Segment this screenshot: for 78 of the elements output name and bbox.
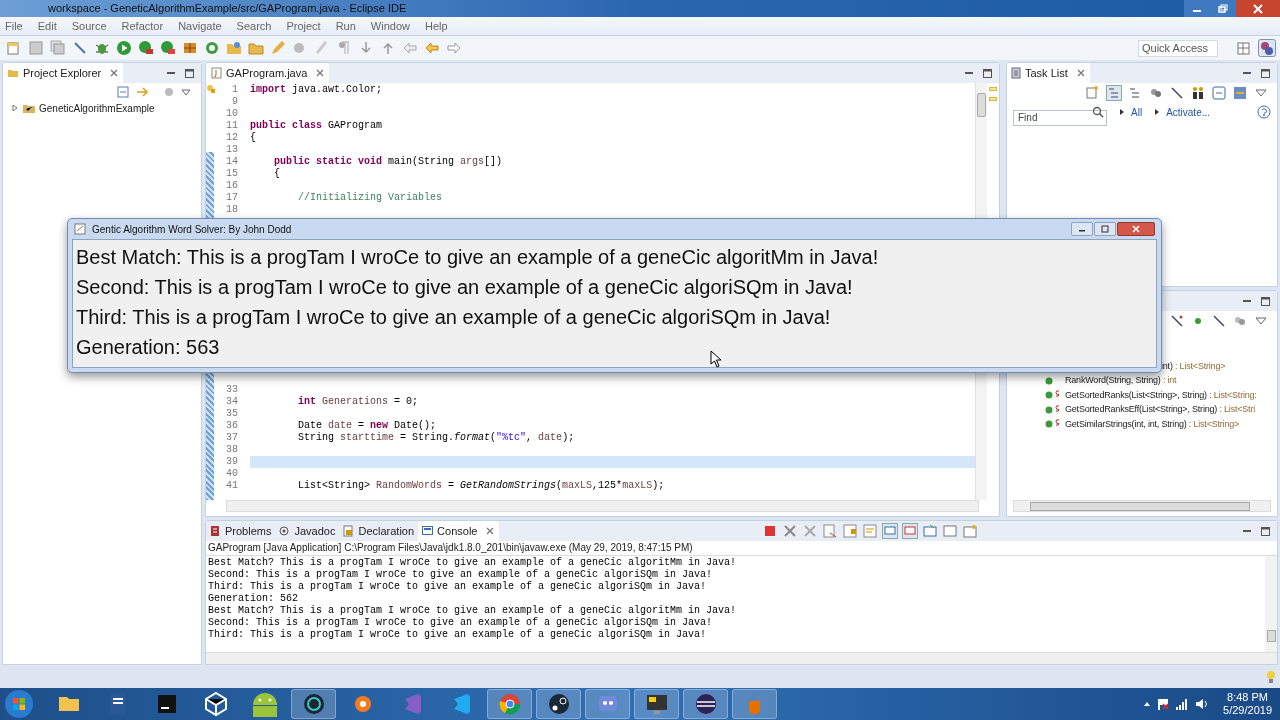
menu-item[interactable]: Source bbox=[71, 17, 107, 35]
line-number: 33 bbox=[225, 384, 238, 396]
project-explorer-tab[interactable]: Project Explorer bbox=[3, 63, 124, 83]
process-label: GAProgram [Java Application] C:\Program Files\Java\jdk1.8.0_201\bin\javaw.exe (May 29, 2019, 8:47:15 PM) bbox=[207, 541, 694, 555]
window-title: workspace - GeneticAlgorithmExample/src/GAProgram.java - Eclipse IDE bbox=[47, 3, 407, 14]
menu-item[interactable]: Window bbox=[370, 17, 410, 35]
console-line: Third: This is a progTam I wroCe to give an example of a geneCic algoriSQm in Java! bbox=[208, 629, 708, 641]
console-line: Second: This is a progTam I wroCe to give an example of a geneCic algoriSQm in Java! bbox=[208, 617, 714, 629]
find-field[interactable]: Find bbox=[1013, 109, 1107, 126]
line-number: 18 bbox=[225, 204, 238, 216]
line-number: 11 bbox=[225, 120, 238, 132]
code-line: int Generations = 0; bbox=[297, 396, 419, 407]
line-number: 17 bbox=[225, 192, 238, 204]
line-number: 13 bbox=[225, 144, 238, 156]
line-number: 12 bbox=[225, 132, 238, 144]
console-line: Third: This is a progTam I wroCe to give an example of a geneCic algoriSQm in Java! bbox=[208, 581, 708, 593]
menu-item[interactable]: File bbox=[5, 17, 23, 35]
code-line: public class GAProgram bbox=[250, 120, 383, 131]
link[interactable]: Activate... bbox=[1166, 104, 1211, 120]
menu-item[interactable]: Edit bbox=[37, 17, 57, 35]
line-number: 14 bbox=[225, 156, 238, 168]
code-line: //Initializing Variables bbox=[297, 192, 443, 203]
task-list-tab[interactable]: Task List bbox=[1007, 63, 1090, 83]
line-number: 37 bbox=[225, 432, 238, 444]
console-line: Generation: 562 bbox=[208, 593, 299, 605]
menu-item[interactable]: Navigate bbox=[178, 17, 222, 35]
menu-item[interactable]: Run bbox=[335, 17, 356, 35]
result-line: Generation: 563 bbox=[76, 335, 220, 360]
result-line: Best Match: This is a progTam I wroCe to give an example of a geneCic algoritMm in Java! bbox=[76, 245, 879, 270]
outline-item[interactable]: GetSortedRanksEff(List<String>, String) : List<Stri bbox=[1065, 403, 1255, 417]
tab-label: Javadoc bbox=[294, 523, 336, 539]
line-number: 39 bbox=[225, 456, 238, 468]
tab-label: Task List bbox=[1025, 65, 1068, 81]
console-line: Best Match? This is a progTam I wroCe to give an example of a geneCic algoritMm in Java! bbox=[208, 557, 738, 569]
line-number: 1 bbox=[231, 84, 238, 96]
line-number: 34 bbox=[225, 396, 238, 408]
line-number: 40 bbox=[225, 468, 238, 480]
result-line: Second: This is a progTam I wroCe to give an example of a geneCic algoriSQm in Java! bbox=[76, 275, 853, 300]
tab-label: Project Explorer bbox=[23, 65, 102, 81]
code-line: public static void main(String args[]) bbox=[273, 156, 503, 167]
console-tab[interactable]: Console bbox=[418, 521, 500, 541]
menu-item[interactable]: Search bbox=[236, 17, 272, 35]
console-tab[interactable]: Declaration bbox=[339, 521, 419, 541]
code-line: { bbox=[273, 168, 280, 179]
outline-item[interactable]: GetSimilarStrings(int, int, String) : List<String> bbox=[1065, 417, 1240, 431]
console-line: Best Match? This is a progTam I wroCe to give an example of a geneCic algoritMm in Java! bbox=[208, 605, 738, 617]
project-tree-item[interactable]: GeneticAlgorithmExample bbox=[39, 100, 155, 116]
window-title: Gentic Algorithm Word Solver: By John Dodd bbox=[92, 222, 292, 237]
line-number: 35 bbox=[225, 408, 238, 420]
result-line: Third: This is a progTam I wroCe to give an example of a geneCic algoriSQm in Java! bbox=[76, 305, 831, 330]
code-line: String starttime = String.format("%tc", date); bbox=[297, 432, 575, 443]
menu-item[interactable]: Refactor bbox=[121, 17, 164, 35]
menu-item[interactable]: Help bbox=[425, 17, 448, 35]
line-number: 36 bbox=[225, 420, 238, 432]
line-number: 41 bbox=[225, 480, 238, 492]
console-line: Second: This is a progTam I wroCe to give an example of a geneCic algoriSQm in Java! bbox=[208, 569, 714, 581]
menu-item[interactable]: Project bbox=[286, 17, 321, 35]
line-number: 10 bbox=[225, 108, 238, 120]
quick-access-field[interactable]: Quick Access bbox=[1138, 39, 1218, 57]
line-number: 15 bbox=[225, 168, 238, 180]
code-line: List<String> RandomWords = GetRandomStrings(maxLS,125*maxLS); bbox=[297, 480, 665, 491]
tab-label: Console bbox=[437, 523, 478, 539]
code-line: { bbox=[250, 132, 256, 143]
console-tab[interactable]: Problems bbox=[206, 521, 276, 541]
tab-label: Problems bbox=[225, 523, 272, 539]
line-number: 9 bbox=[231, 96, 238, 108]
line-number: 38 bbox=[225, 444, 238, 456]
clock[interactable]: 8:48 PM 5/29/2019 bbox=[1223, 691, 1272, 717]
editor-tab[interactable]: GAProgram.java bbox=[206, 63, 330, 83]
console-tab[interactable]: Javadoc bbox=[275, 521, 340, 541]
link[interactable]: All bbox=[1131, 104, 1143, 120]
line-number: 16 bbox=[225, 180, 238, 192]
code-line: Date date = new Date(); bbox=[297, 420, 437, 431]
code-line: import java.awt.Color; bbox=[250, 84, 383, 95]
outline-item[interactable]: GetSortedRanks(List<String>, String) : List<String: bbox=[1065, 388, 1257, 402]
tab-label: Declaration bbox=[358, 523, 415, 539]
outline-item[interactable]: RankWord(String, String) : int bbox=[1065, 374, 1177, 388]
tab-label: GAProgram.java bbox=[226, 65, 308, 81]
